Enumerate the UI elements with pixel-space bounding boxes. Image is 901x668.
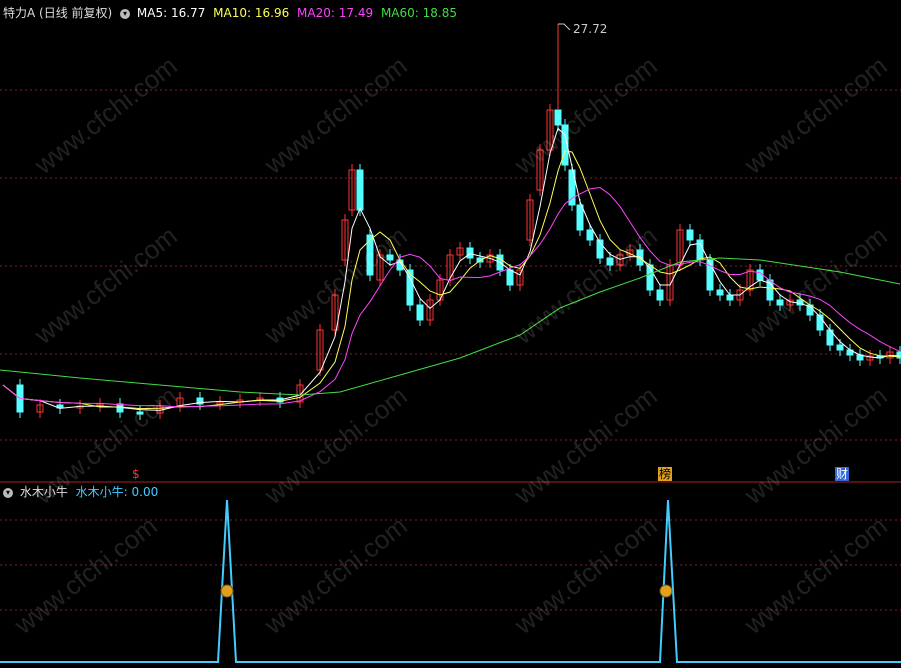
candle-body (416, 304, 424, 321)
chart-mode: (日线 前复权) (39, 6, 113, 20)
main-header: 特力A (日线 前复权) ▾ MA5: 16.77 MA10: 16.96 MA… (3, 6, 457, 20)
event-marker-finance[interactable]: 财 (835, 467, 850, 481)
candle-body (466, 247, 474, 259)
chart-window: 特力A (日线 前复权) ▾ MA5: 16.77 MA10: 16.96 MA… (0, 0, 901, 668)
sub-title: 水木小牛 (19, 485, 68, 499)
event-marker-dividend[interactable]: $ (131, 467, 141, 481)
candle-body (366, 234, 374, 276)
sub-indicator-value: 0.00 (131, 485, 159, 499)
candle-body (686, 229, 694, 241)
money-bag-icon (220, 584, 234, 598)
candle-body (356, 169, 364, 211)
ma60-value: 18.85 (422, 6, 457, 20)
stock-name: 特力A (3, 6, 36, 20)
ma10-value: 16.96 (254, 6, 290, 20)
sub-settings-icon[interactable]: ▾ (3, 487, 13, 498)
candle-body (716, 289, 724, 296)
candle-body (586, 229, 594, 241)
sub-header: ▾ 水木小牛 水木小牛: 0.00 (3, 485, 158, 499)
ma20-line (2, 187, 901, 408)
candle-body (506, 269, 514, 286)
ma10-label: MA10: (213, 6, 252, 20)
peak-price-label: 27.72 (573, 22, 608, 36)
money-bag-icon (659, 584, 673, 598)
ma20-label: MA20: (297, 6, 335, 20)
ma5-label: MA5: (136, 6, 168, 20)
candle-body (576, 204, 584, 231)
candle-body (136, 411, 144, 415)
ma20-value: 17.49 (338, 6, 374, 20)
settings-icon[interactable]: ▾ (120, 8, 131, 19)
candle-body (554, 109, 562, 126)
ma5-line (2, 127, 901, 411)
peak-pointer (558, 23, 571, 31)
candle-body (726, 294, 734, 301)
candle-body (386, 254, 394, 261)
candle-body (656, 289, 664, 301)
ma60-label: MA60: (380, 6, 419, 20)
event-marker-ranking[interactable]: 榜 (658, 467, 673, 481)
sub-indicator-label: 水木小牛: (75, 485, 128, 499)
signal-line-thick (0, 499, 901, 663)
ma5-value: 16.77 (170, 6, 206, 20)
candle-body (606, 257, 614, 266)
kline-chart[interactable] (0, 0, 901, 668)
signal-line (0, 499, 901, 663)
candle-body (836, 344, 844, 351)
candle-body (776, 299, 784, 306)
